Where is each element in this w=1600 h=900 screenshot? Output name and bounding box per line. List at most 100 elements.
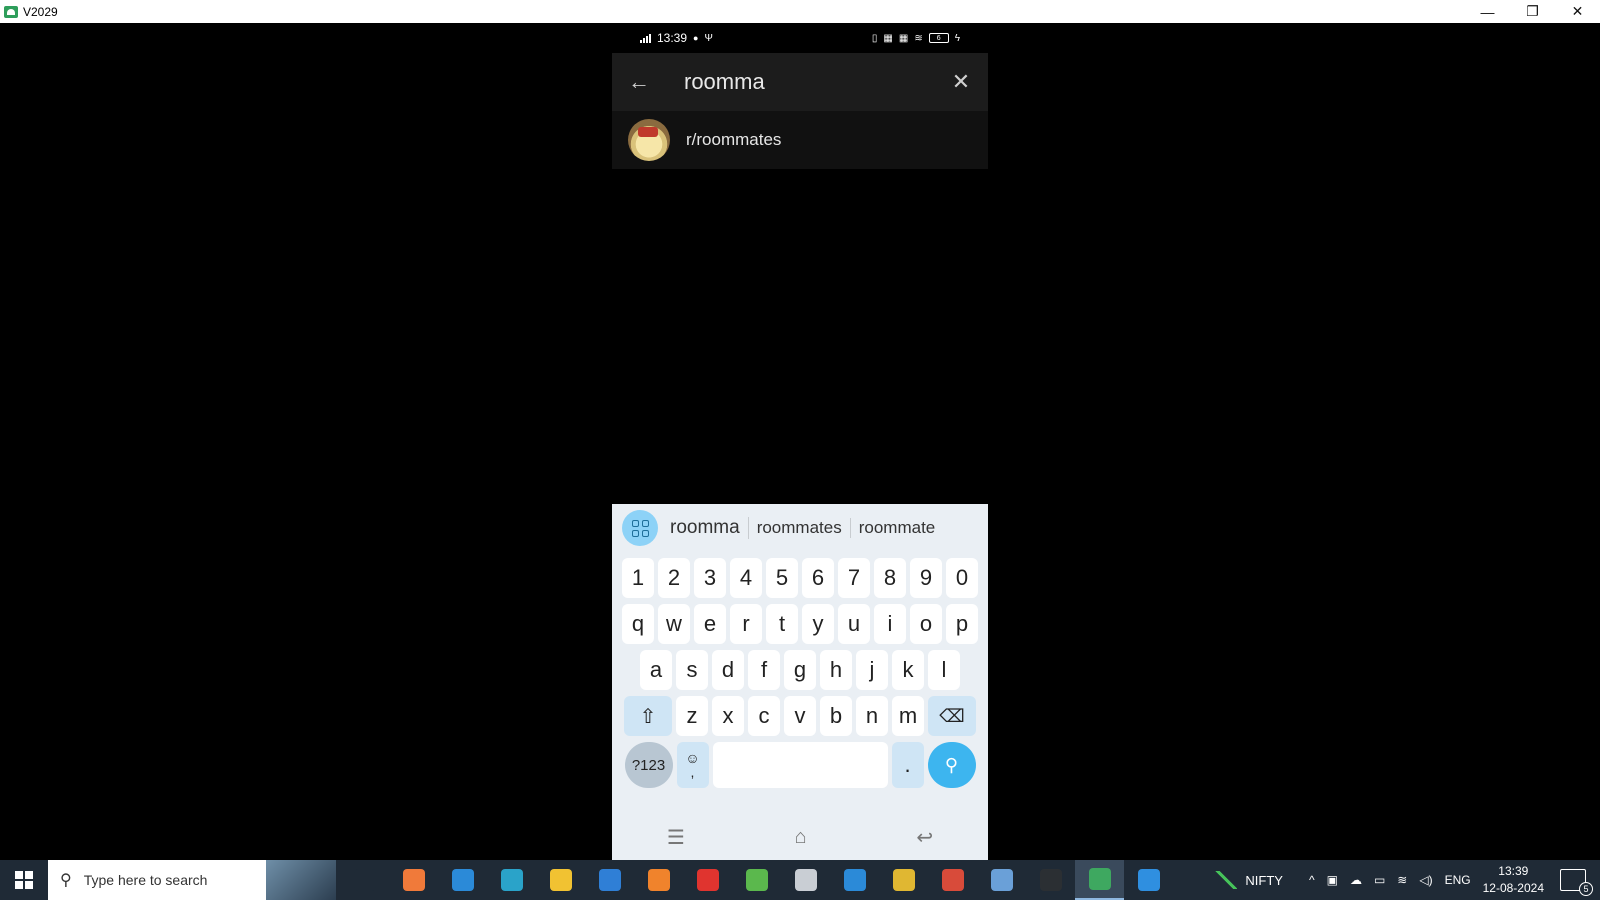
notification-icon[interactable]: 5	[1560, 869, 1593, 896]
taskbar-app-file-explorer[interactable]	[536, 860, 585, 900]
keyboard-menu-icon[interactable]	[622, 510, 658, 546]
letter-key[interactable]: z	[676, 696, 708, 736]
letter-key[interactable]: b	[820, 696, 852, 736]
letter-key[interactable]: y	[802, 604, 834, 644]
taskbar-app-chrome[interactable]	[879, 860, 928, 900]
taskbar-app-scrcpy[interactable]	[1075, 860, 1124, 900]
letter-key[interactable]: n	[856, 696, 888, 736]
space-key[interactable]	[712, 742, 888, 788]
letter-key[interactable]: l	[928, 650, 960, 690]
letter-key[interactable]: a	[640, 650, 672, 690]
taskbar-app-notepad[interactable]	[977, 860, 1026, 900]
taskbar-app-settings[interactable]	[781, 860, 830, 900]
symbols-key[interactable]: ?123	[624, 742, 673, 788]
letter-key[interactable]: f	[748, 650, 780, 690]
signal-icon	[640, 33, 651, 43]
search-input[interactable]: roomma	[684, 69, 950, 95]
taskbar-app-firefox[interactable]	[634, 860, 683, 900]
language-indicator[interactable]: ENG	[1445, 873, 1471, 887]
letter-key[interactable]: r	[730, 604, 762, 644]
period-key[interactable]: .	[891, 742, 924, 788]
taskbar-app-photos[interactable]	[1124, 860, 1173, 900]
letter-key[interactable]: g	[784, 650, 816, 690]
usb-icon: Ψ	[704, 32, 713, 44]
wifi-tray-icon[interactable]: ≋	[1397, 873, 1407, 887]
number-key[interactable]: 4	[730, 558, 762, 598]
letter-key[interactable]: m	[892, 696, 924, 736]
comma-label: ,	[690, 764, 695, 780]
letter-key[interactable]: t	[766, 604, 798, 644]
letter-key[interactable]: e	[694, 604, 726, 644]
letter-key[interactable]: j	[856, 650, 888, 690]
letter-key[interactable]: o	[910, 604, 942, 644]
close-button[interactable]: ✕	[1555, 0, 1600, 23]
letter-key[interactable]: k	[892, 650, 924, 690]
taskbar-app-copilot[interactable]	[389, 860, 438, 900]
letter-key[interactable]: u	[838, 604, 870, 644]
search-key[interactable]: ⚲	[927, 742, 976, 788]
restore-button[interactable]: ❐	[1510, 0, 1555, 23]
number-key[interactable]: 2	[658, 558, 690, 598]
meet-icon[interactable]: ▣	[1327, 873, 1338, 887]
phone-navigation-bar: ☰ ⌂ ↩	[612, 814, 988, 860]
minimize-button[interactable]: —	[1465, 0, 1510, 23]
letter-key[interactable]: i	[874, 604, 906, 644]
letter-key[interactable]: x	[712, 696, 744, 736]
number-key[interactable]: 5	[766, 558, 798, 598]
search-bar: ← roomma ✕	[612, 53, 988, 111]
emoji-comma-key[interactable]: ☺,	[676, 742, 709, 788]
letter-key[interactable]: q	[622, 604, 654, 644]
letter-key[interactable]: c	[748, 696, 780, 736]
letter-key[interactable]: d	[712, 650, 744, 690]
clear-search-icon[interactable]: ✕	[950, 69, 972, 95]
taskbar-app-chat[interactable]	[732, 860, 781, 900]
chrome-icon	[892, 869, 915, 891]
letter-key[interactable]: h	[820, 650, 852, 690]
taskbar-app-mail[interactable]	[585, 860, 634, 900]
status-time: 13:39	[657, 31, 688, 45]
search-result-item[interactable]: r/roommates	[612, 111, 988, 169]
cloud-icon[interactable]: ☁	[1350, 873, 1362, 887]
number-key[interactable]: 8	[874, 558, 906, 598]
taskbar-app-edge[interactable]	[487, 860, 536, 900]
suggestion-item[interactable]: roomma	[662, 517, 749, 539]
backspace-key[interactable]: ⌫	[928, 696, 976, 736]
taskbar-search[interactable]: ⚲ Type here to search	[48, 860, 336, 900]
stock-widget[interactable]: NIFTY	[1215, 871, 1283, 889]
suggestion-item[interactable]: roommates	[749, 518, 851, 538]
number-key[interactable]: 1	[622, 558, 654, 598]
chat-icon	[745, 869, 768, 891]
taskbar-app-store[interactable]	[438, 860, 487, 900]
letter-key[interactable]: v	[784, 696, 816, 736]
battery-tray-icon[interactable]: ▭	[1374, 873, 1385, 887]
number-key[interactable]: 7	[838, 558, 870, 598]
letter-key[interactable]: s	[676, 650, 708, 690]
letter-key[interactable]: w	[658, 604, 690, 644]
taskbar-app-wps[interactable]	[683, 860, 732, 900]
menu-nav-icon[interactable]: ☰	[667, 825, 685, 850]
letter-key[interactable]: p	[946, 604, 978, 644]
search-highlight-image	[266, 860, 336, 900]
number-key[interactable]: 3	[694, 558, 726, 598]
start-button[interactable]	[0, 860, 48, 900]
suggestion-item[interactable]: roommate	[851, 518, 944, 538]
volume-icon[interactable]: ◁)	[1419, 873, 1432, 887]
shift-key[interactable]: ⇧	[624, 696, 672, 736]
clock[interactable]: 13:39 12-08-2024	[1483, 863, 1544, 897]
taskbar-app-chrome-profile[interactable]	[928, 860, 977, 900]
chevron-up-icon[interactable]: ^	[1309, 873, 1315, 887]
vibrate-icon: ▯	[871, 32, 878, 44]
battery-level: 6	[936, 34, 941, 42]
location-icon: ●	[693, 33, 699, 43]
taskbar-app-task-view[interactable]	[340, 860, 389, 900]
taskbar-app-vscode[interactable]	[830, 860, 879, 900]
number-key[interactable]: 0	[946, 558, 978, 598]
number-key[interactable]: 6	[802, 558, 834, 598]
number-key[interactable]: 9	[910, 558, 942, 598]
back-arrow-icon[interactable]: ←	[628, 69, 654, 95]
home-nav-icon[interactable]: ⌂	[795, 826, 807, 849]
edge-icon	[500, 869, 523, 891]
back-nav-icon[interactable]: ↩	[916, 825, 933, 850]
system-tray: NIFTY ^ ▣ ☁ ▭ ≋ ◁) ENG 13:39 12-08-2024 …	[1215, 860, 1600, 900]
taskbar-app-terminal[interactable]	[1026, 860, 1075, 900]
